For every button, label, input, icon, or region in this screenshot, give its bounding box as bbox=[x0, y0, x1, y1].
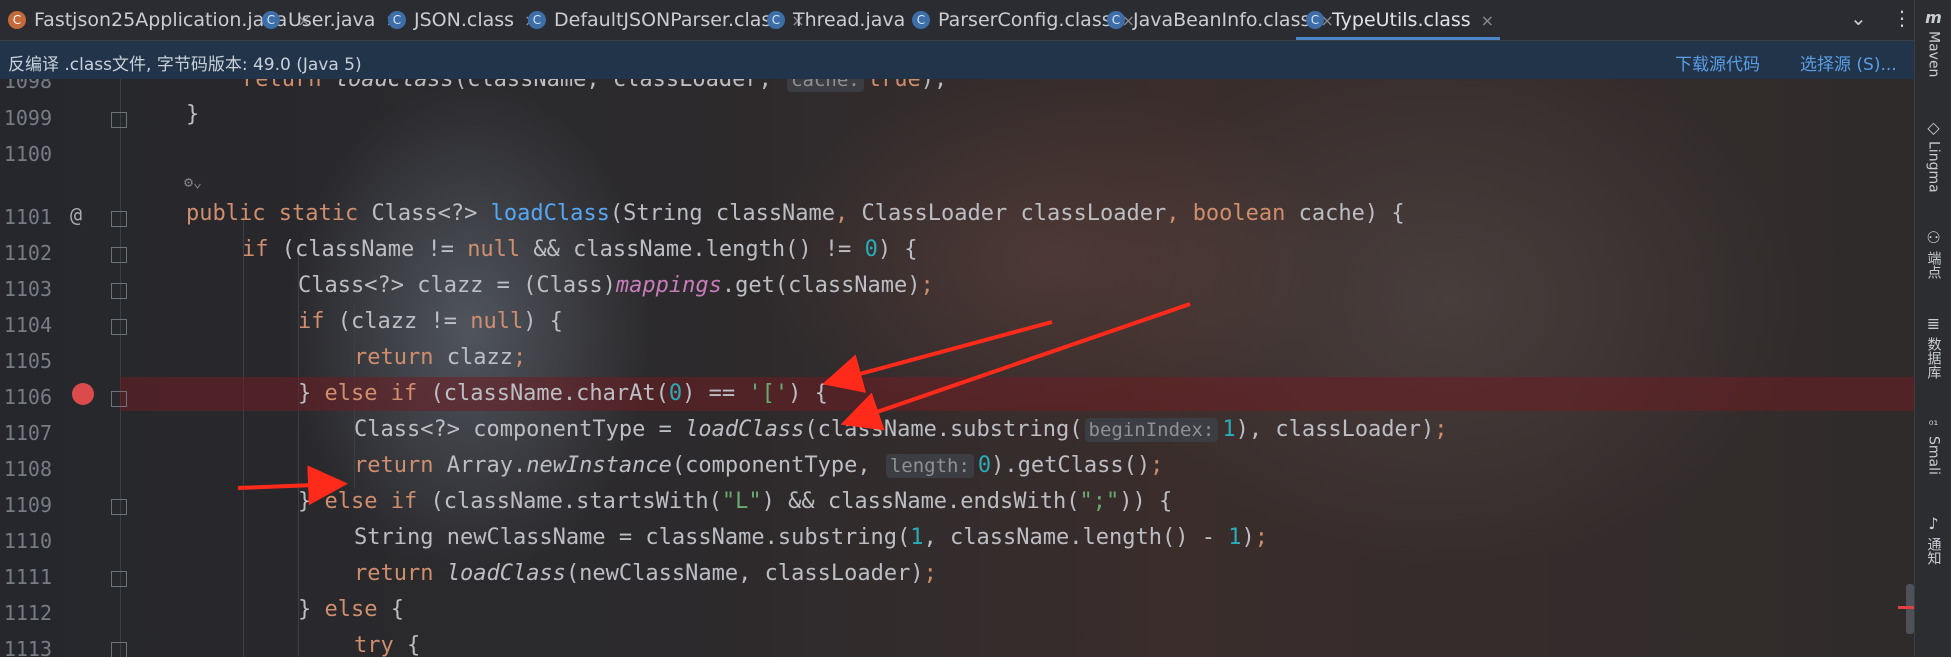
tool-label: Smali bbox=[1925, 436, 1942, 475]
bell-icon: ♪ bbox=[1928, 514, 1939, 533]
red-arrow bbox=[237, 465, 348, 506]
tool-label: 数据库 bbox=[1925, 337, 1942, 379]
tool-notifications[interactable]: ♪ 通知 bbox=[1915, 514, 1951, 565]
tool-endpoints[interactable]: ⚇ 端点 bbox=[1915, 228, 1951, 279]
lingma-icon: ◇ bbox=[1927, 118, 1940, 137]
maven-icon: m bbox=[1925, 8, 1942, 27]
smali-icon: ⁰¹ bbox=[1928, 418, 1939, 432]
tool-label: 通知 bbox=[1925, 537, 1942, 565]
right-tool-window-strip: m Maven ◇ Lingma ⚇ 端点 ≣ 数据库 ⁰¹ Smali ♪ 通… bbox=[1914, 0, 1951, 657]
red-arrow bbox=[822, 320, 1053, 393]
endpoints-icon: ⚇ bbox=[1926, 228, 1941, 247]
database-icon: ≣ bbox=[1926, 314, 1941, 333]
tool-maven[interactable]: m Maven bbox=[1915, 8, 1951, 77]
tool-label: Maven bbox=[1925, 31, 1942, 78]
tool-smali[interactable]: ⁰¹ Smali bbox=[1915, 418, 1951, 475]
annotation-arrows bbox=[237, 302, 1191, 506]
tool-label: Lingma bbox=[1925, 141, 1942, 193]
tool-lingma[interactable]: ◇ Lingma bbox=[1915, 118, 1951, 193]
tool-label: 端点 bbox=[1925, 251, 1942, 279]
tool-database[interactable]: ≣ 数据库 bbox=[1915, 314, 1951, 379]
